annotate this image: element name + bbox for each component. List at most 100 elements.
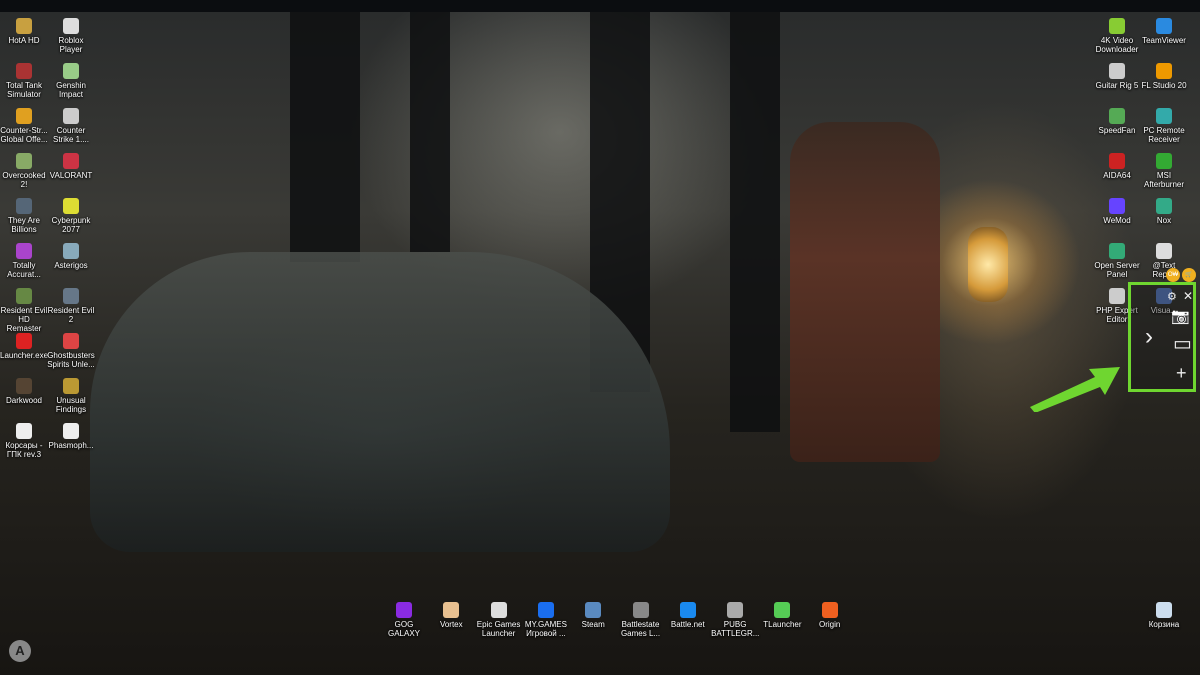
- desktop-icon[interactable]: Total Tank Simulator: [0, 63, 48, 99]
- video-camera-icon[interactable]: ▭: [1173, 331, 1192, 356]
- desktop-icon[interactable]: Phasmoph...: [47, 423, 95, 450]
- desktop-icon-label: Asterigos: [54, 261, 88, 270]
- desktop-icon[interactable]: Counter Strike 1....: [47, 108, 95, 144]
- app-icon: [821, 602, 838, 618]
- app-icon: [16, 288, 32, 304]
- desktop-icon[interactable]: @Text Repl...: [1140, 243, 1188, 279]
- desktop-icon[interactable]: WeMod: [1093, 198, 1141, 225]
- desktop-icon[interactable]: AIDA64: [1093, 153, 1141, 180]
- desktop-icon-label: Nox: [1156, 216, 1172, 225]
- desktop-icon-label: GOG GALAXY: [387, 620, 420, 638]
- desktop-icon-label: WeMod: [1103, 216, 1131, 225]
- desktop-icon[interactable]: Battle.net: [664, 602, 712, 629]
- desktop-icon-label: Resident Evil 2: [47, 306, 95, 324]
- desktop-icon-label: Корзина: [1148, 620, 1180, 629]
- desktop-icon-label: VALORANT: [49, 171, 93, 180]
- app-icon: [63, 378, 79, 394]
- desktop-icon[interactable]: TLauncher: [758, 602, 806, 629]
- desktop-icon-label: Battlestate Games L...: [620, 620, 661, 638]
- camera-icon[interactable]: 📷: [1171, 307, 1190, 325]
- close-icon[interactable]: ✕: [1183, 289, 1193, 303]
- desktop-icon[interactable]: Nox: [1140, 198, 1188, 225]
- app-icon: [727, 602, 744, 618]
- add-icon[interactable]: +: [1176, 363, 1187, 384]
- desktop-icon[interactable]: Overcooked 2!: [0, 153, 48, 189]
- desktop-icon-label: Counter-Str... Global Offe...: [0, 126, 48, 144]
- gear-icon[interactable]: ⚙: [1167, 290, 1177, 303]
- desktop-icon[interactable]: Origin: [806, 602, 854, 629]
- desktop-icon-label: Unusual Findings: [55, 396, 87, 414]
- desktop-icon-label: TeamViewer: [1142, 36, 1186, 45]
- desktop-icon[interactable]: HotA HD: [0, 18, 48, 45]
- app-icon: [1156, 18, 1172, 34]
- desktop-icon-label: Roblox Player: [58, 36, 84, 54]
- desktop-icon[interactable]: Counter-Str... Global Offe...: [0, 108, 48, 144]
- desktop-icon[interactable]: PUBG BATTLEGR...: [711, 602, 759, 638]
- desktop-icon-label: Darkwood: [5, 396, 42, 405]
- app-icon: [1156, 198, 1172, 214]
- desktop-icon[interactable]: VALORANT: [47, 153, 95, 180]
- app-icon: [490, 602, 507, 618]
- desktop-icon[interactable]: Steam: [569, 602, 617, 629]
- desktop-icon[interactable]: Cyberpunk 2077: [47, 198, 95, 234]
- desktop-icon[interactable]: Resident Evil 2: [47, 288, 95, 324]
- desktop-icon-label: Epic Games Launcher: [476, 620, 521, 638]
- chevron-right-icon[interactable]: ›: [1145, 323, 1153, 351]
- desktop-icon[interactable]: Epic Games Launcher: [475, 602, 523, 638]
- watermark-logo: A: [9, 640, 31, 662]
- desktop-icon-label: SpeedFan: [1098, 126, 1136, 135]
- desktop-icon[interactable]: GOG GALAXY: [380, 602, 428, 638]
- desktop: HotA HD Roblox Player Total Tank Simulator…: [0, 12, 1200, 675]
- desktop-icon[interactable]: Darkwood: [0, 378, 48, 405]
- desktop-icon-label: Cyberpunk 2077: [51, 216, 91, 234]
- desktop-icon-label: PUBG BATTLEGR...: [711, 620, 760, 638]
- app-icon: [16, 333, 32, 349]
- desktop-icon[interactable]: Roblox Player: [47, 18, 95, 54]
- desktop-icon[interactable]: MY.GAMES Игровой ...: [522, 602, 570, 638]
- app-icon: [63, 108, 79, 124]
- desktop-icon[interactable]: MSI Afterburner: [1140, 153, 1188, 189]
- desktop-icon[interactable]: Vortex: [427, 602, 475, 629]
- cart-coin-icon[interactable]: 🛒: [1182, 268, 1196, 282]
- desktop-icon[interactable]: Battlestate Games L...: [617, 602, 665, 638]
- desktop-icon-label: FL Studio 20: [1141, 81, 1187, 90]
- desktop-icon[interactable]: Totally Accurat...: [0, 243, 48, 279]
- desktop-icon[interactable]: Open Server Panel: [1093, 243, 1141, 279]
- desktop-icon[interactable]: Asterigos: [47, 243, 95, 270]
- desktop-icon-label: Launcher.exe: [0, 351, 49, 360]
- desktop-icon[interactable]: Unusual Findings: [47, 378, 95, 414]
- desktop-icon[interactable]: Корсары - ГПК rev.3: [0, 423, 48, 459]
- key-coin-icon[interactable]: O₩: [1166, 268, 1180, 282]
- app-icon: [443, 602, 460, 618]
- desktop-icon-label: TLauncher: [763, 620, 802, 629]
- desktop-icon[interactable]: Корзина: [1140, 602, 1188, 629]
- desktop-icon[interactable]: They Are Billions: [0, 198, 48, 234]
- wallpaper-car: [90, 252, 670, 552]
- desktop-icon-label: Genshin Impact: [56, 81, 86, 99]
- app-icon: [1156, 243, 1172, 259]
- wallpaper-figure: [790, 122, 940, 462]
- desktop-icon-label: Steam: [581, 620, 605, 629]
- app-icon: [1109, 153, 1125, 169]
- desktop-icon[interactable]: Genshin Impact: [47, 63, 95, 99]
- app-icon: [16, 153, 32, 169]
- desktop-icon-label: Корсары - ГПК rev.3: [5, 441, 43, 459]
- desktop-icon[interactable]: Resident Evil HD Remaster: [0, 288, 48, 333]
- wallpaper-lantern: [968, 227, 1008, 302]
- app-icon: [63, 18, 79, 34]
- desktop-icon-label: Ghostbusters Spirits Unle...: [47, 351, 95, 369]
- desktop-icon[interactable]: Ghostbusters Spirits Unle...: [47, 333, 95, 369]
- app-icon: [1109, 243, 1125, 259]
- desktop-icon-label: AIDA64: [1103, 171, 1131, 180]
- desktop-icon[interactable]: 4K Video Downloader: [1093, 18, 1141, 54]
- app-icon: [16, 18, 32, 34]
- desktop-icon[interactable]: Launcher.exe: [0, 333, 48, 360]
- desktop-icon[interactable]: PC Remote Receiver: [1140, 108, 1188, 144]
- desktop-icon[interactable]: Guitar Rig 5: [1093, 63, 1141, 90]
- tree: [410, 12, 450, 252]
- desktop-icon[interactable]: FL Studio 20: [1140, 63, 1188, 90]
- app-icon: [1156, 63, 1172, 79]
- desktop-icon[interactable]: SpeedFan: [1093, 108, 1141, 135]
- desktop-icon[interactable]: TeamViewer: [1140, 18, 1188, 45]
- app-icon: [396, 602, 412, 618]
